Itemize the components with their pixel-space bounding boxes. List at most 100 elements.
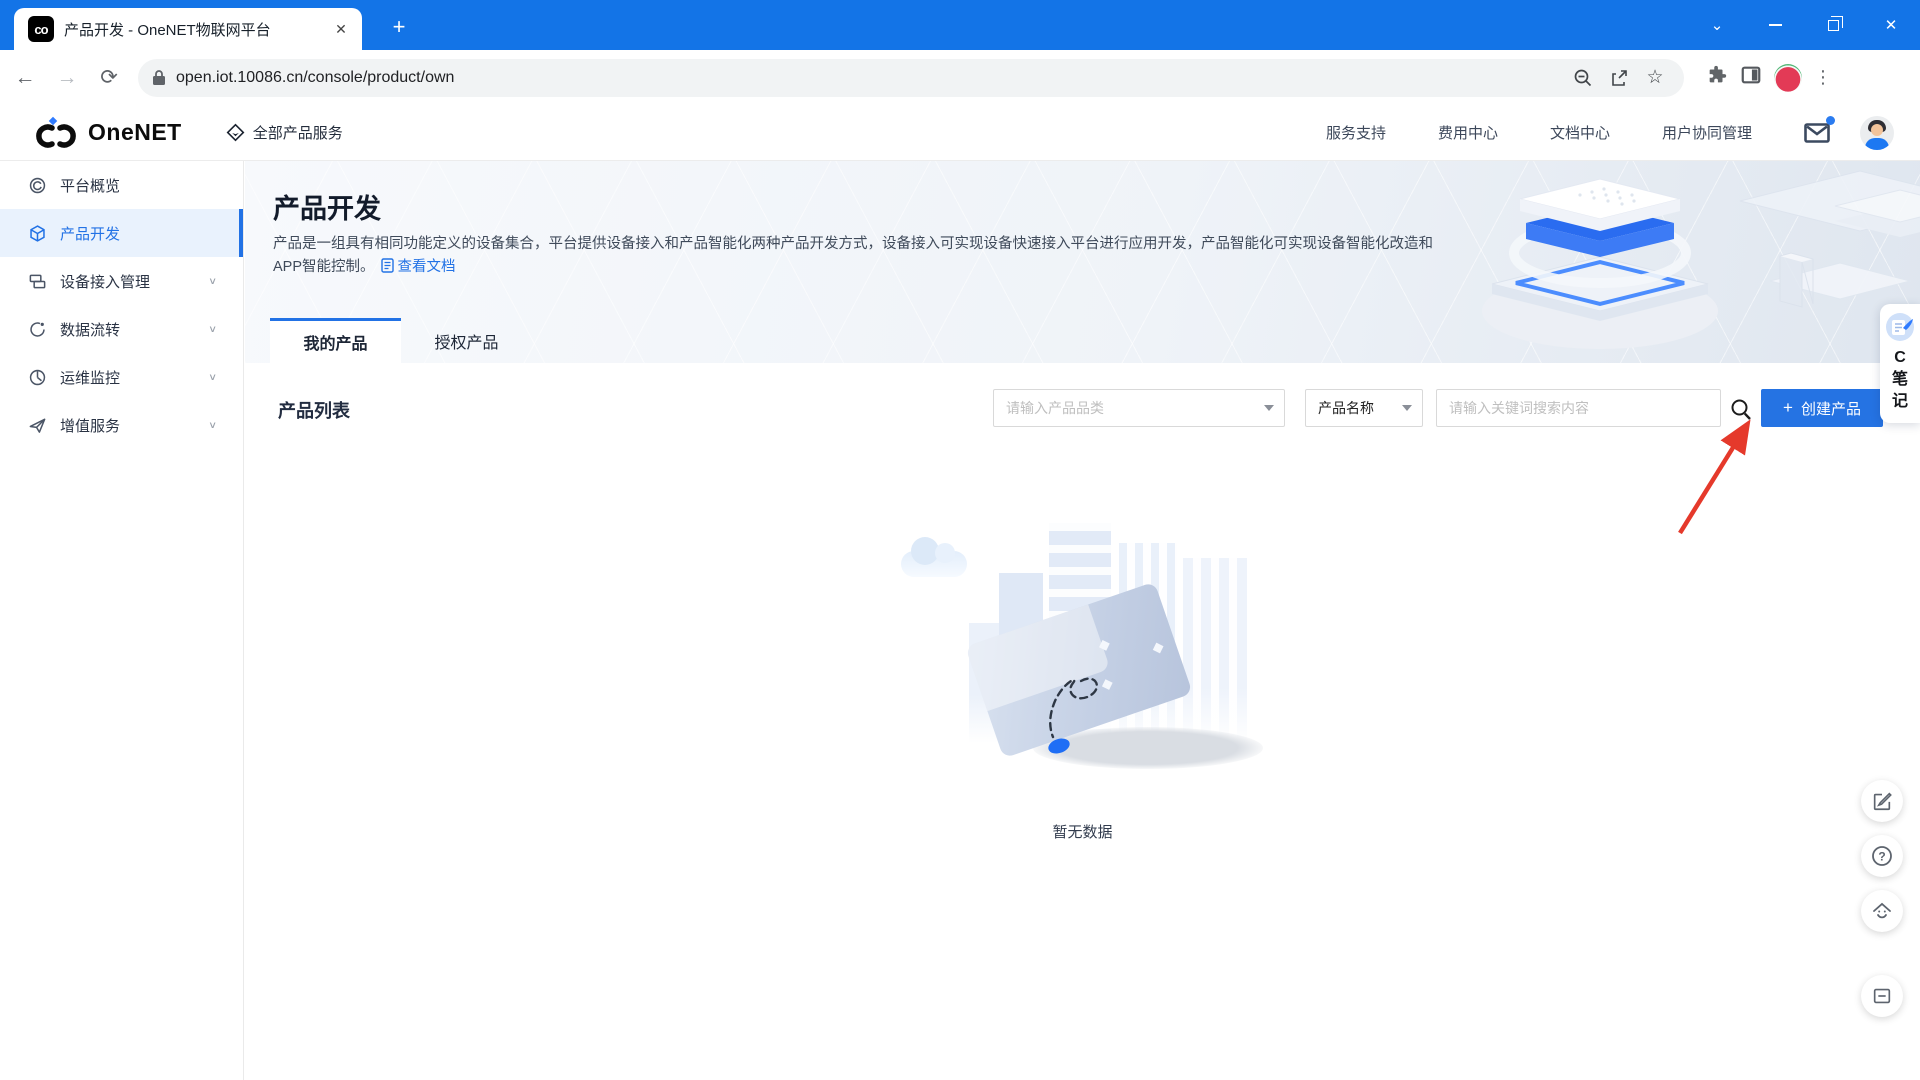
mail-button[interactable] bbox=[1804, 115, 1835, 144]
view-docs-label: 查看文档 bbox=[397, 259, 456, 275]
content-panel: 产品列表 请输入产品品类 产品名称 + 创建产品 bbox=[245, 363, 1920, 1080]
onenet-logo[interactable]: OneNET bbox=[30, 116, 182, 150]
page-banner: 产品开发 产品是一组具有相同功能定义的设备集合，平台提供设备接入和产品智能化两种… bbox=[245, 161, 1920, 363]
sidebar-item-overview[interactable]: 平台概览 bbox=[0, 161, 243, 209]
caret-down-icon bbox=[1264, 405, 1274, 411]
page-title: 产品开发 bbox=[273, 194, 381, 224]
sidebar-item-label: 运维监控 bbox=[60, 369, 121, 387]
category-select[interactable]: 请输入产品品类 bbox=[993, 389, 1285, 427]
diamond-icon bbox=[226, 123, 245, 142]
note-widget[interactable]: C 笔 记 bbox=[1880, 304, 1920, 423]
tab-close-icon[interactable]: ✕ bbox=[330, 18, 352, 40]
sidebar-item-monitoring[interactable]: 运维监控 ∨ bbox=[0, 353, 243, 401]
header-link-collab[interactable]: 用户协同管理 bbox=[1662, 122, 1752, 143]
collapse-panel-button[interactable] bbox=[1861, 975, 1903, 1017]
back-icon[interactable]: ← bbox=[8, 61, 42, 95]
service-button[interactable] bbox=[1861, 890, 1903, 932]
close-window-button[interactable]: ✕ bbox=[1862, 0, 1920, 50]
header-link-support[interactable]: 服务支持 bbox=[1326, 122, 1386, 143]
svg-text:?: ? bbox=[1878, 849, 1885, 863]
sidebar-item-label: 设备接入管理 bbox=[60, 273, 151, 291]
category-placeholder: 请输入产品品类 bbox=[1006, 400, 1104, 416]
notification-badge bbox=[1826, 115, 1835, 125]
tab-my-products[interactable]: 我的产品 bbox=[270, 318, 401, 363]
name-filter-value: 产品名称 bbox=[1318, 400, 1374, 416]
note-icon bbox=[1886, 313, 1914, 341]
help-button[interactable]: ? bbox=[1861, 835, 1903, 877]
empty-state: 暂无数据 bbox=[245, 523, 1920, 842]
search-icon bbox=[1731, 399, 1751, 420]
window-controls: ⌄ ✕ bbox=[1688, 0, 1920, 50]
profile-avatar-icon[interactable] bbox=[1774, 63, 1802, 92]
name-filter-select[interactable]: 产品名称 bbox=[1305, 389, 1423, 427]
dataflow-icon bbox=[30, 321, 45, 337]
minimize-panel-icon bbox=[1873, 988, 1891, 1004]
onenet-logo-icon bbox=[36, 116, 76, 148]
edit-icon bbox=[1873, 792, 1892, 811]
empty-text: 暂无数据 bbox=[1052, 824, 1113, 841]
tab-authorized-products[interactable]: 授权产品 bbox=[401, 318, 532, 363]
forward-icon[interactable]: → bbox=[50, 61, 84, 95]
minimize-button[interactable] bbox=[1746, 0, 1804, 50]
header-link-docs[interactable]: 文档中心 bbox=[1550, 122, 1610, 143]
logo-text: OneNET bbox=[88, 119, 182, 145]
cloud-shape bbox=[900, 537, 967, 577]
filter-row: 产品列表 请输入产品品类 产品名称 + 创建产品 bbox=[245, 389, 1920, 427]
note-letter: 笔 bbox=[1891, 371, 1908, 388]
overview-icon bbox=[29, 177, 46, 193]
note-letter: 记 bbox=[1891, 393, 1908, 410]
url-text[interactable]: open.iot.10086.cn/console/product/own bbox=[176, 69, 1562, 87]
product-cube-icon bbox=[30, 224, 45, 242]
all-products-label: 全部产品服务 bbox=[252, 125, 343, 142]
list-title: 产品列表 bbox=[278, 401, 350, 421]
empty-illustration bbox=[883, 523, 1283, 803]
caret-down-icon bbox=[1402, 405, 1412, 411]
chevron-down-icon: ∨ bbox=[208, 371, 217, 383]
keyword-search-input[interactable] bbox=[1436, 389, 1721, 427]
service-icon bbox=[1873, 902, 1891, 919]
sidebar-item-dataflow[interactable]: 数据流转 ∨ bbox=[0, 305, 243, 353]
sidebar: 平台概览 产品开发 设备接入管理 ∨ 数据流转 ∨ 运维监控 ∨ 增值服务 ∨ bbox=[0, 161, 244, 1080]
user-avatar[interactable] bbox=[1860, 115, 1894, 150]
sidebar-item-label: 数据流转 bbox=[60, 321, 121, 339]
all-products-menu[interactable]: 全部产品服务 bbox=[226, 122, 343, 143]
view-docs-link[interactable]: 查看文档 bbox=[375, 258, 456, 275]
mail-icon bbox=[1804, 122, 1830, 143]
reload-icon[interactable]: ⟳ bbox=[92, 61, 126, 95]
question-icon: ? bbox=[1872, 846, 1892, 866]
side-panel-icon[interactable] bbox=[1740, 64, 1762, 91]
bookmark-star-icon[interactable]: ☆ bbox=[1640, 63, 1670, 93]
note-letter: C bbox=[1894, 349, 1906, 366]
browser-menu-icon[interactable]: ⋮ bbox=[1814, 67, 1832, 88]
page-description: 产品是一组具有相同功能定义的设备集合，平台提供设备接入和产品智能化两种产品开发方… bbox=[273, 233, 1443, 279]
plus-icon: + bbox=[1783, 398, 1793, 417]
sidebar-item-label: 产品开发 bbox=[60, 225, 121, 243]
sidebar-item-label: 增值服务 bbox=[60, 417, 121, 435]
cable-squiggle bbox=[1047, 677, 1098, 754]
lock-icon bbox=[153, 70, 165, 85]
extensions-puzzle-icon[interactable] bbox=[1706, 64, 1728, 91]
feedback-button[interactable] bbox=[1861, 780, 1903, 822]
tab-search-icon[interactable]: ⌄ bbox=[1688, 0, 1746, 50]
sidebar-item-product-dev[interactable]: 产品开发 bbox=[0, 209, 243, 257]
tab-title: 产品开发 - OneNET物联网平台 bbox=[64, 21, 271, 39]
chevron-down-icon: ∨ bbox=[208, 323, 217, 335]
header-link-billing[interactable]: 费用中心 bbox=[1438, 122, 1498, 143]
sidebar-item-label: 平台概览 bbox=[60, 177, 121, 195]
sidebar-item-value-added[interactable]: 增值服务 ∨ bbox=[0, 401, 243, 449]
zoom-out-icon[interactable] bbox=[1568, 63, 1598, 93]
paper-plane-icon bbox=[29, 418, 46, 433]
search-button[interactable] bbox=[1723, 392, 1759, 426]
chevron-down-icon: ∨ bbox=[208, 275, 217, 287]
sidebar-item-device-access[interactable]: 设备接入管理 ∨ bbox=[0, 257, 243, 305]
main-area: 产品开发 产品是一组具有相同功能定义的设备集合，平台提供设备接入和产品智能化两种… bbox=[245, 161, 1920, 1080]
restore-button[interactable] bbox=[1804, 0, 1862, 50]
address-bar[interactable]: open.iot.10086.cn/console/product/own ☆ bbox=[138, 58, 1684, 97]
banner-3d-illustration bbox=[1482, 170, 1920, 349]
chevron-down-icon: ∨ bbox=[208, 419, 217, 431]
create-product-button[interactable]: + 创建产品 bbox=[1761, 389, 1883, 427]
browser-tab[interactable]: co 产品开发 - OneNET物联网平台 ✕ bbox=[14, 8, 362, 50]
new-tab-button[interactable]: + bbox=[384, 12, 414, 42]
browser-toolbar: ← → ⟳ open.iot.10086.cn/console/product/… bbox=[0, 50, 1920, 105]
share-icon[interactable] bbox=[1604, 63, 1634, 93]
